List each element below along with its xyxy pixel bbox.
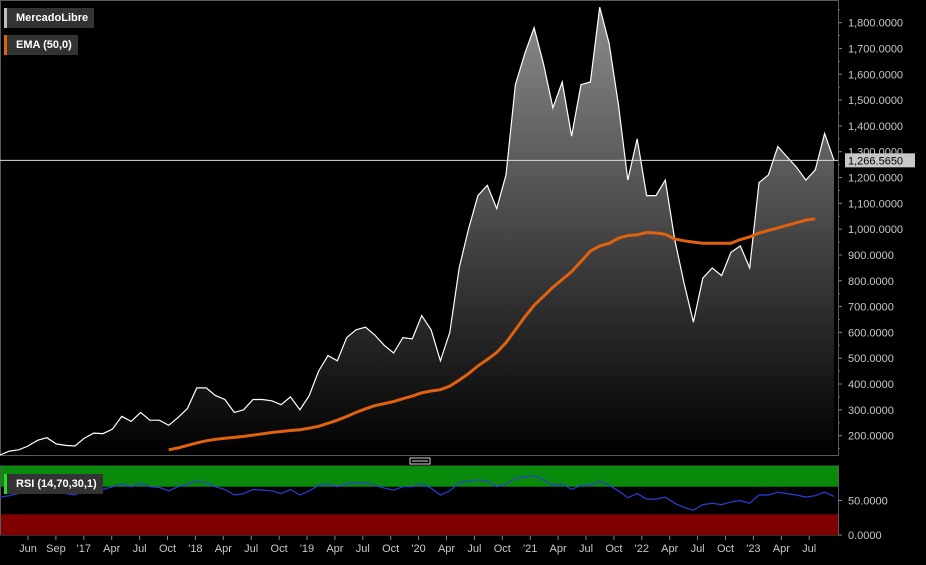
x-axis-tick-label: Jun — [19, 543, 37, 555]
price-axis-tick-label: 1,800.0000 — [848, 18, 903, 30]
legend-rsi-label: RSI (14,70,30,1) — [16, 478, 97, 490]
x-axis-tick-label: '21 — [523, 543, 537, 555]
x-axis-tick-label: Apr — [215, 543, 232, 555]
x-axis-tick-label: Jul — [244, 543, 258, 555]
chart-canvas: 1,266.5650200.0000300.0000400.0000500.00… — [0, 0, 926, 560]
x-axis-tick-label: Jul — [356, 543, 370, 555]
price-axis-tick-label: 600.0000 — [848, 327, 894, 339]
x-axis-tick-label: '18 — [188, 543, 202, 555]
x-axis-tick-label: Oct — [159, 543, 176, 555]
x-axis-tick-label: Oct — [382, 543, 399, 555]
rsi-legend-swatch — [4, 474, 7, 494]
legend-ema: EMA (50,0) — [4, 35, 78, 55]
x-axis-tick-label: Jul — [467, 543, 481, 555]
stock-chart: 1,266.5650 200.0000 300.0000 400.0000 500.00… — [0, 0, 926, 560]
x-axis-tick-label: Apr — [326, 543, 343, 555]
x-axis-tick-label: Jul — [691, 543, 705, 555]
price-axis-tick-label: 200.0000 — [848, 431, 894, 443]
rsi-overbought-zone — [1, 466, 838, 487]
price-axis-tick-label: 1,600.0000 — [848, 69, 903, 81]
x-axis-tick-label: Oct — [494, 543, 511, 555]
price-axis-tick-label: 900.0000 — [848, 250, 894, 262]
price-axis-tick-label: 300.0000 — [848, 405, 894, 417]
price-axis-tick-label: 500.0000 — [848, 353, 894, 365]
legend-ema-label: EMA (50,0) — [16, 39, 72, 51]
x-axis-tick-label: Apr — [438, 543, 455, 555]
legend-price-label: MercadoLibre — [16, 12, 89, 24]
rsi-axis-tick-label: 50.0000 — [848, 496, 888, 508]
legend-price: MercadoLibre — [4, 8, 95, 28]
x-axis-tick-label: '22 — [635, 543, 649, 555]
x-axis-tick-label: Jul — [579, 543, 593, 555]
price-axis-tick-label: 800.0000 — [848, 276, 894, 288]
price-axis-tick-label: 1,300.0000 — [848, 147, 903, 159]
x-axis-tick-label: '17 — [77, 543, 91, 555]
x-axis-tick-label: Apr — [773, 543, 790, 555]
x-axis-tick-label: Apr — [661, 543, 678, 555]
x-axis-tick-label: Oct — [605, 543, 622, 555]
rsi-axis-tick-label: 0.0000 — [848, 530, 882, 542]
price-axis-tick-label: 1,700.0000 — [848, 43, 903, 55]
price-axis-tick-label: 700.0000 — [848, 302, 894, 314]
x-axis-tick-label: Jul — [133, 543, 147, 555]
x-axis-tick-label: Oct — [271, 543, 288, 555]
price-legend-swatch — [4, 8, 7, 28]
x-axis-tick-label: Oct — [717, 543, 734, 555]
x-axis-tick-label: Jul — [802, 543, 816, 555]
x-axis-tick-label: Sep — [46, 543, 66, 555]
price-axis-tick-label: 1,000.0000 — [848, 224, 903, 236]
price-axis-tick-label: 1,500.0000 — [848, 95, 903, 107]
x-axis-tick-label: Apr — [550, 543, 567, 555]
x-axis-tick-label: '20 — [411, 543, 425, 555]
x-axis-tick-label: '23 — [746, 543, 760, 555]
price-axis-tick-label: 1,400.0000 — [848, 121, 903, 133]
rsi-oversold-zone — [1, 514, 838, 535]
x-axis-tick-label: Apr — [103, 543, 120, 555]
rsi-panel: 0.0000 50.0000 — [0, 465, 888, 542]
legend-rsi: RSI (14,70,30,1) — [4, 474, 103, 494]
price-axis-tick-label: 1,200.0000 — [848, 173, 903, 185]
x-axis-tick-label: '19 — [300, 543, 314, 555]
ema-legend-swatch — [4, 35, 7, 55]
price-axis-tick-label: 1,100.0000 — [848, 198, 903, 210]
price-axis-tick-label: 400.0000 — [848, 379, 894, 391]
